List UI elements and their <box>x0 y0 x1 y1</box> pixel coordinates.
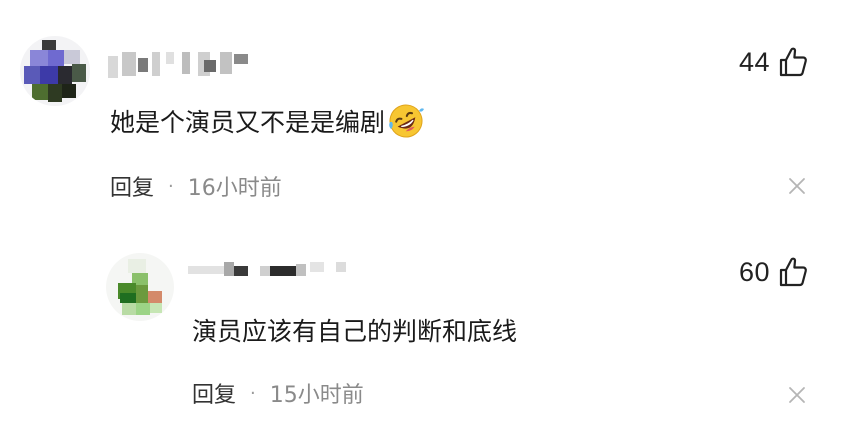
reply-button[interactable]: 回复 <box>192 377 236 409</box>
username-blurred[interactable] <box>188 260 350 284</box>
comment-item: 44 她是个演员又不是是编剧 回复 · 16小时前 <box>0 0 852 216</box>
thumbs-up-icon <box>779 257 807 287</box>
meta-separator: · <box>168 175 174 197</box>
username-blurred[interactable] <box>108 48 250 78</box>
avatar[interactable] <box>20 36 90 106</box>
comment-item: 60 演员应该有自己的判断和底线 回复 · 15小时前 <box>0 216 852 433</box>
thumbs-up-icon <box>779 47 807 77</box>
avatar[interactable] <box>106 253 174 321</box>
close-icon[interactable] <box>788 177 806 195</box>
comment-meta: 回复 · 16小时前 <box>110 170 282 202</box>
comment-body: 演员应该有自己的判断和底线 <box>192 317 518 346</box>
rolling-on-floor-laughing-emoji <box>389 104 425 138</box>
comment-text: 演员应该有自己的判断和底线 <box>192 311 517 349</box>
like-count: 60 <box>738 256 770 287</box>
timestamp: 16小时前 <box>187 176 282 201</box>
comment-body: 她是个演员又不是是编剧 <box>110 108 386 137</box>
like-button[interactable]: 60 <box>739 256 808 288</box>
comment-meta: 回复 · 15小时前 <box>192 377 364 409</box>
comment-text: 她是个演员又不是是编剧 <box>110 102 425 140</box>
reply-button[interactable]: 回复 <box>110 170 154 202</box>
timestamp: 15小时前 <box>269 383 364 408</box>
like-count: 44 <box>738 46 770 77</box>
close-icon[interactable] <box>788 386 806 404</box>
like-button[interactable]: 44 <box>739 46 808 78</box>
meta-separator: · <box>250 382 256 404</box>
